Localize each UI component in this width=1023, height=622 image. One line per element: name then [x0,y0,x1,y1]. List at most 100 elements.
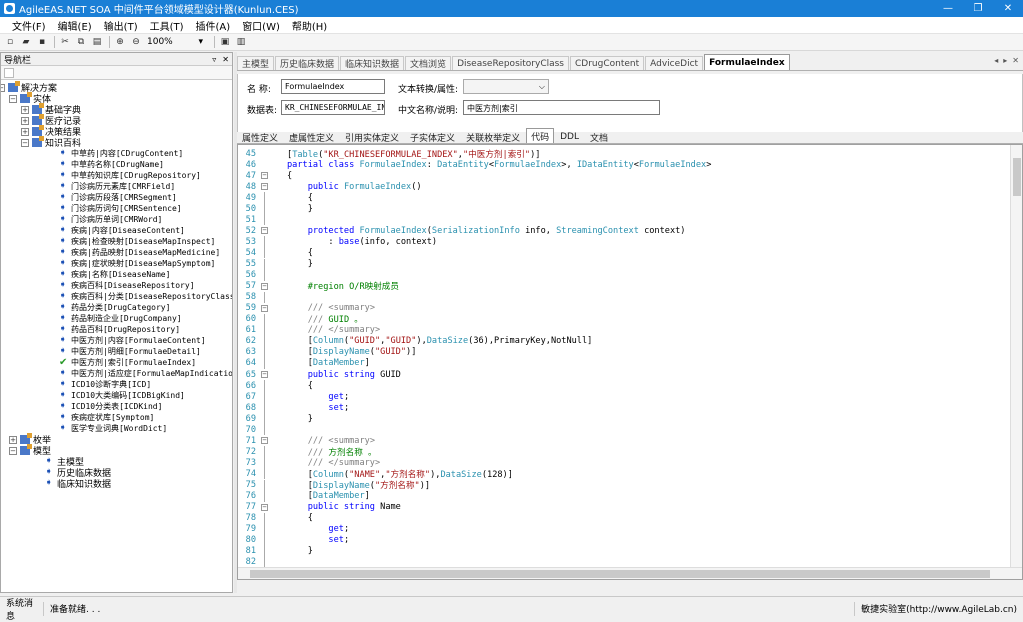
tree-node[interactable]: ➧ 疾病|检查映射[DiseaseMapInspect] [59,236,215,247]
close-icon[interactable]: ✕ [222,55,229,64]
tree-node[interactable]: ➧ 药品分类[DrugCategory] [59,302,170,313]
tab-cdrug-content[interactable]: CDrugContent [570,56,645,70]
paste-icon[interactable]: ▤ [90,36,104,49]
tree-node[interactable]: ➧ 临床知识数据 [45,478,111,491]
expand-icon[interactable]: + [21,127,29,136]
tab-virtual-properties[interactable]: 虚属性定义 [284,130,339,144]
minimize-button[interactable]: — [933,0,963,17]
chevron-left-icon[interactable]: ◂ [994,56,998,65]
status-lab-link[interactable]: 敏捷实验室(http://www.AgileLab.cn) [855,602,1023,616]
restore-button[interactable]: ❐ [963,0,993,17]
tree-node[interactable]: ➧ 药品制造企业[DrugCompany] [59,313,182,324]
collapse-icon[interactable]: − [1,83,5,92]
table-field[interactable]: KR_CHINESEFORMULAE_INDEX [281,100,385,115]
fold-toggle-icon[interactable]: − [260,303,270,314]
horizontal-scrollbar[interactable] [238,567,1022,579]
menu-tools[interactable]: 工具(T) [144,18,190,33]
tree-node[interactable]: ➧ 疾病症状库[Symptom] [59,412,154,423]
fold-toggle-icon[interactable]: − [260,502,270,513]
fold-toggle-icon[interactable]: − [260,170,270,181]
tab-docs[interactable]: 文档 [585,130,613,144]
tab-child-entities[interactable]: 子实体定义 [405,130,460,144]
save-icon[interactable]: ▪ [35,36,49,49]
refresh-icon[interactable] [4,67,14,78]
zoom-in-icon[interactable]: ⊕ [113,36,127,49]
tab-reference-entities[interactable]: 引用实体定义 [340,130,404,144]
tree-node[interactable]: ➧ 门诊病历元素库[CMRField] [59,181,175,192]
copy-icon[interactable]: ⧉ [74,36,88,49]
tree-node[interactable]: ➧ 疾病|药品映射[DiseaseMapMedicine] [59,247,220,258]
close-icon[interactable]: ✕ [1012,56,1019,65]
tree-node[interactable]: ➧ 门诊病历段落[CMRSegment] [59,192,177,203]
tab-properties[interactable]: 属性定义 [237,130,283,144]
entity-icon: ➧ [59,159,67,169]
tree-node[interactable]: − 模型 [9,444,51,457]
menu-window[interactable]: 窗口(W) [236,18,286,33]
tree-node[interactable]: ➧ ICD10大类编码[ICDBigKind] [59,390,185,401]
tab-formulae-index[interactable]: FormulaeIndex [704,54,790,70]
expand-icon[interactable]: + [9,435,17,444]
tree-node[interactable]: ➧ 中草药|内容[CDrugContent] [59,148,183,159]
zoom-out-icon[interactable]: ⊖ [129,36,143,49]
tree-node[interactable]: ➧ 中医方剂|内容[FormulaeContent] [59,335,206,346]
menu-plugins[interactable]: 插件(A) [190,18,237,33]
menu-output[interactable]: 输出(T) [98,18,144,33]
fold-toggle-icon[interactable]: − [260,435,270,446]
tab-main-model[interactable]: 主模型 [237,56,275,70]
name-field[interactable]: FormulaeIndex [281,79,385,94]
collapse-icon[interactable]: − [9,446,17,455]
code-editor[interactable]: 45 [Table("KR_CHINESEFORMULAE_INDEX","中医方… [237,144,1023,580]
cn-name-field[interactable]: 中医方剂|索引 [463,100,660,115]
tree-node[interactable]: ➧ ICD10分类表[ICDKind] [59,401,162,412]
solution-tree[interactable]: −解决方案−实体+基础字典+医疗记录+决策结果−知识百科➧中草药|内容[CDru… [1,80,232,590]
tree-node[interactable]: ➧ 疾病|内容[DiseaseContent] [59,225,185,236]
fold-toggle-icon[interactable]: − [260,225,270,236]
menu-help[interactable]: 帮助(H) [286,18,333,33]
new-file-icon[interactable]: ▫ [3,36,17,49]
cut-icon[interactable]: ✂ [58,36,72,49]
open-folder-icon[interactable]: ▰ [19,36,33,49]
fold-toggle-icon[interactable]: − [260,181,270,192]
tab-clinical-knowledge[interactable]: 临床知识数据 [340,56,405,70]
tree-node[interactable]: ➧ 门诊病历单词[CMRWord] [59,214,162,225]
tree-node[interactable]: ➧ 疾病百科|分类[DiseaseRepositoryClass] [59,291,232,302]
collapse-icon[interactable]: − [9,94,17,103]
tree-node[interactable]: − 知识百科 [21,136,81,149]
menu-file[interactable]: 文件(F) [6,18,52,33]
tab-ddl[interactable]: DDL [555,130,584,143]
vertical-scrollbar[interactable] [1010,145,1022,569]
tab-history-clinical[interactable]: 历史临床数据 [275,56,340,70]
split-layout-icon[interactable]: ▥ [234,36,248,49]
tree-node[interactable]: ✔ 中医方剂|索引[FormulaeIndex] [59,357,196,368]
fold-toggle-icon[interactable]: − [260,369,270,380]
chevron-right-icon[interactable]: ▸ [1003,56,1007,65]
tree-node[interactable]: ➧ 门诊病历词句[CMRSentence] [59,203,182,214]
tree-node[interactable]: ➧ 药品百科[DrugRepository] [59,324,180,335]
tree-node[interactable]: ➧ 中医方剂|明细[FormulaeDetail] [59,346,201,357]
tab-disease-repository-class[interactable]: DiseaseRepositoryClass [452,56,569,70]
expand-icon[interactable]: + [21,116,29,125]
tree-node[interactable]: ➧ 疾病|名称[DiseaseName] [59,269,170,280]
pin-icon[interactable]: ▿ [212,55,216,64]
expand-icon[interactable]: + [21,105,29,114]
tree-node[interactable]: ➧ 中草药知识库[CDrugRepository] [59,170,201,181]
fold-toggle-icon[interactable]: − [260,281,270,292]
convert-select[interactable]: ⌵ [463,79,549,94]
close-button[interactable]: ✕ [993,0,1023,17]
tab-related-enums[interactable]: 关联枚举定义 [461,130,525,144]
tab-code[interactable]: 代码 [526,128,555,143]
tree-node[interactable]: ➧ 中草药名称[CDrugName] [59,159,164,170]
window-layout-icon[interactable]: ▣ [218,36,232,49]
tree-node[interactable]: ➧ ICD10诊断字典[ICD] [59,379,151,390]
tab-doc-browse[interactable]: 文档浏览 [405,56,452,70]
zoom-select[interactable]: 100% ▾ [145,36,205,49]
tree-node[interactable]: ➧ 疾病|症状映射[DiseaseMapSymptom] [59,258,215,269]
tree-node[interactable]: ➧ 中医方剂|适应症[FormulaeMapIndication [59,368,232,379]
tree-node[interactable]: ➧ 医学专业词典[WordDict] [59,423,167,434]
tab-advice-dict[interactable]: AdviceDict [645,56,704,70]
tree-node[interactable]: ➧ 疾病百科[DiseaseRepository] [59,280,195,291]
scroll-thumb[interactable] [250,570,990,578]
scroll-thumb[interactable] [1013,158,1021,196]
collapse-icon[interactable]: − [21,138,29,147]
menu-edit[interactable]: 编辑(E) [52,18,98,33]
